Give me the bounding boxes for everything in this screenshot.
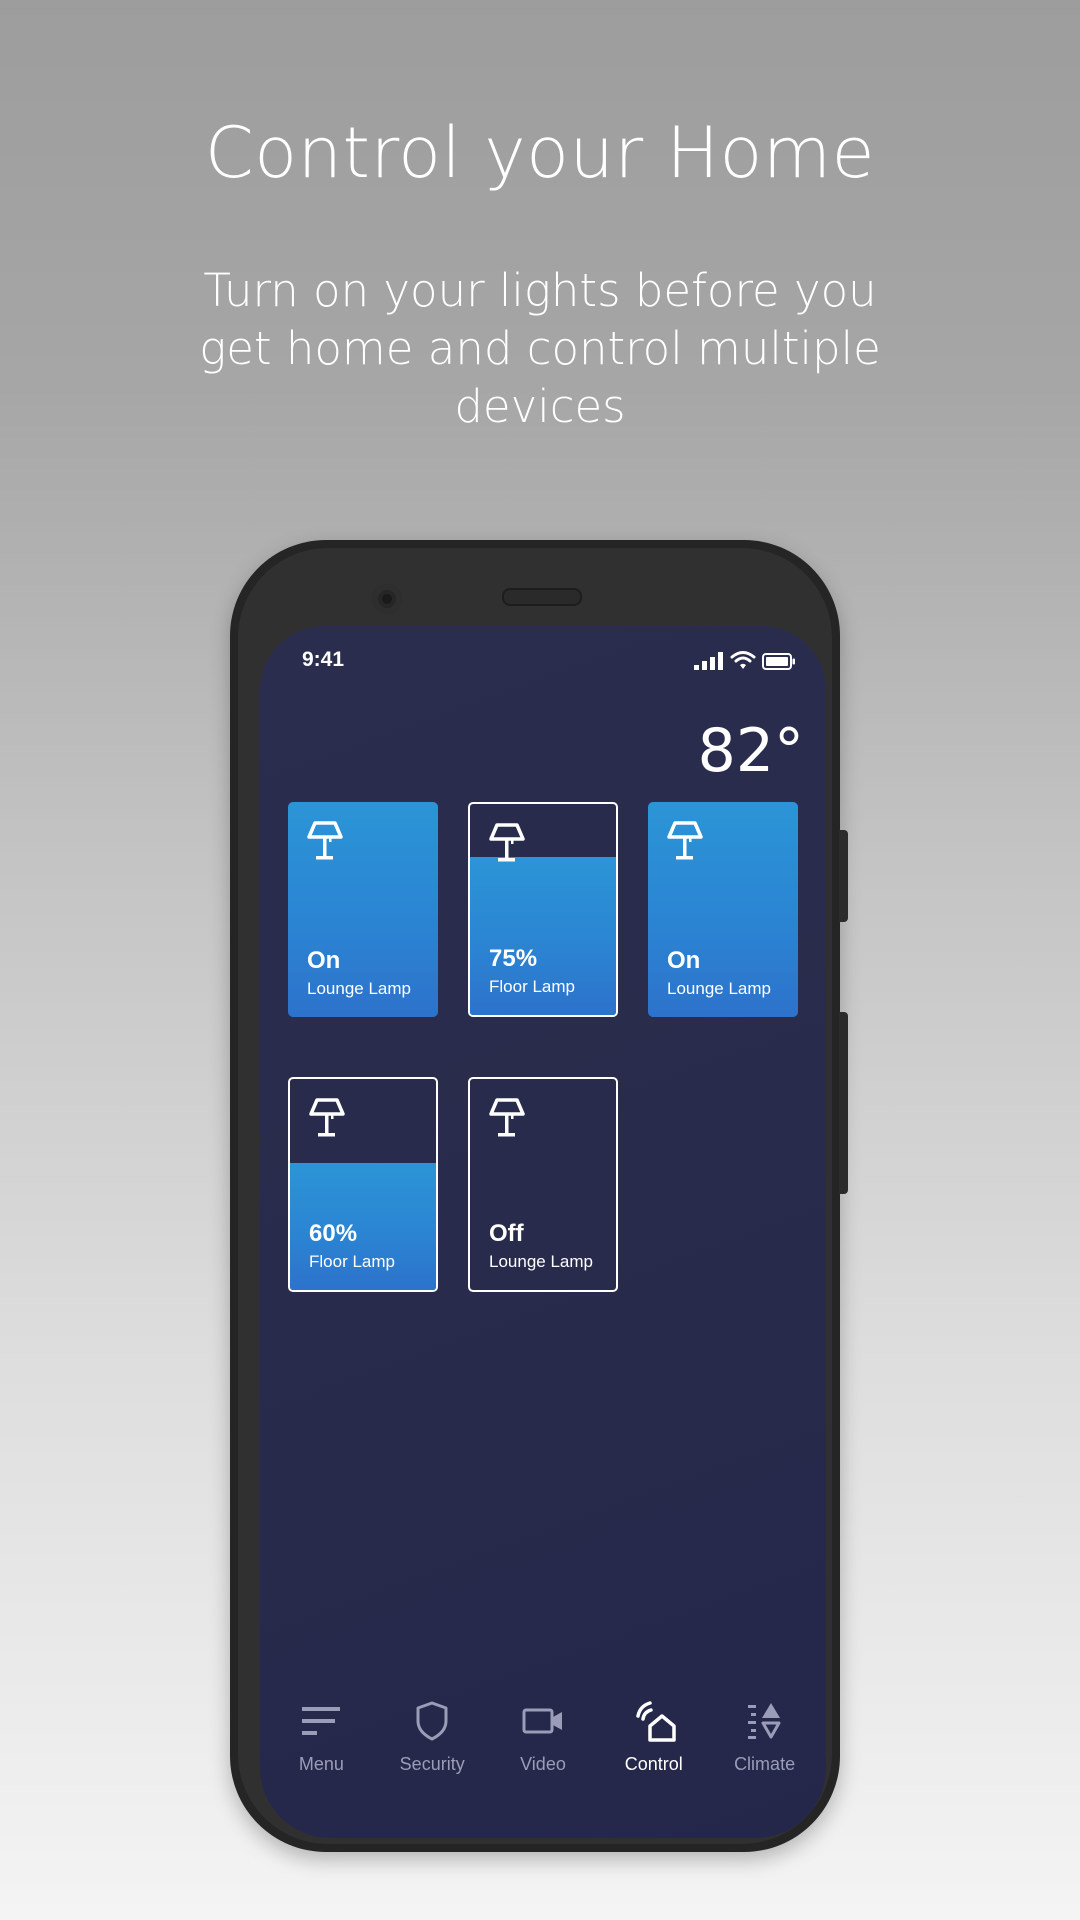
device-name: Floor Lamp [309,1252,395,1271]
phone-mockup: 9:41 82° On Lounge Lamp 75% Floor Lamp O… [230,540,848,1852]
shield-icon [416,1701,448,1741]
device-name: Lounge Lamp [307,979,411,998]
device-name: Lounge Lamp [667,979,771,998]
menu-icon [302,1707,341,1735]
bottom-tab-bar: Menu Security Video Control Climate [260,1698,826,1808]
tab-label: Control [624,1754,683,1774]
tab-video[interactable]: Video [488,1698,598,1808]
tab-label: Menu [298,1754,344,1774]
app-screen: 9:41 82° On Lounge Lamp 75% Floor Lamp O… [260,626,826,1838]
device-state: 60% [309,1220,358,1247]
device-tile[interactable]: Off Lounge Lamp [468,1077,618,1292]
device-state: Off [489,1220,524,1247]
device-state: On [307,947,341,974]
tab-security[interactable]: Security [377,1698,487,1808]
device-tile[interactable]: On Lounge Lamp [648,802,798,1017]
tab-label: Climate [734,1754,796,1774]
tab-menu[interactable]: Menu [266,1698,376,1808]
lamp-icon [308,1097,346,1139]
device-state: On [667,947,701,974]
status-icons [694,650,796,670]
phone-bezel: 9:41 82° On Lounge Lamp 75% Floor Lamp O… [238,548,832,1844]
device-name: Floor Lamp [489,977,575,996]
wifi-icon [730,651,756,669]
device-state: 75% [489,945,538,972]
phone-side-button [839,1012,848,1194]
tab-label: Video [520,1754,566,1774]
device-tile[interactable]: 60% Floor Lamp [288,1077,438,1292]
smart-home-icon [636,1701,676,1742]
tab-control[interactable]: Control [599,1698,709,1808]
climate-icon [747,1703,781,1739]
front-camera [372,584,402,614]
battery-icon [762,653,795,670]
headline: Control your Home [204,112,876,194]
subheadline: Turn on your lights before you get home … [199,264,881,433]
status-time: 9:41 [302,648,345,671]
earpiece-speaker [502,588,582,606]
lamp-icon [488,822,526,864]
lamp-icon [488,1097,526,1139]
tab-climate[interactable]: Climate [710,1698,820,1808]
tab-label: Security [399,1754,465,1774]
device-tile[interactable]: On Lounge Lamp [288,802,438,1017]
device-tile[interactable]: 75% Floor Lamp [468,802,618,1017]
lamp-icon [306,820,344,862]
temperature-readout: 82° [697,716,804,786]
signal-icon [694,652,723,670]
video-camera-icon [522,1708,562,1734]
device-name: Lounge Lamp [489,1252,593,1271]
lamp-icon [666,820,704,862]
phone-side-button [839,830,848,922]
